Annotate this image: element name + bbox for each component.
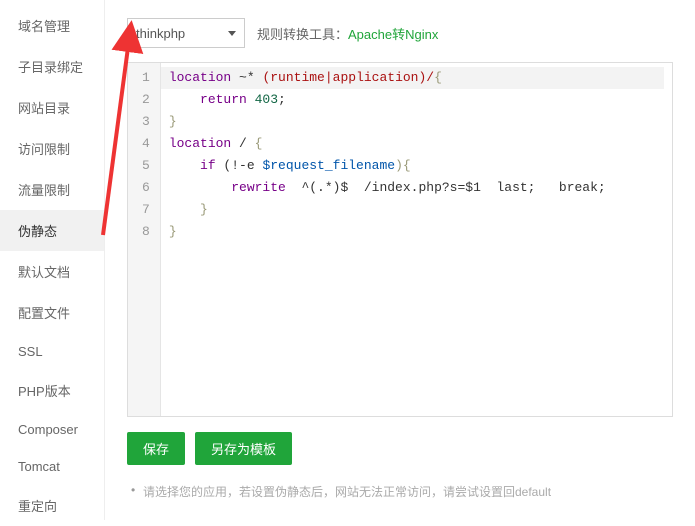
sidebar-item-accesslimit[interactable]: 访问限制 bbox=[0, 128, 104, 169]
tool-label: 规则转换工具：Apache转Nginx bbox=[257, 24, 438, 43]
save-button[interactable]: 保存 bbox=[127, 432, 185, 465]
sidebar-item-config[interactable]: 配置文件 bbox=[0, 292, 104, 333]
template-select[interactable]: thinkphp bbox=[127, 18, 245, 48]
sidebar-item-ssl[interactable]: SSL bbox=[0, 333, 104, 370]
sidebar-item-trafficlimit[interactable]: 流量限制 bbox=[0, 169, 104, 210]
sidebar: 域名管理 子目录绑定 网站目录 访问限制 流量限制 伪静态 默认文档 配置文件 … bbox=[0, 0, 105, 520]
code-content[interactable]: location ~* (runtime|application)/{ retu… bbox=[161, 63, 672, 416]
main-panel: thinkphp 规则转换工具：Apache转Nginx 12345678 lo… bbox=[105, 0, 695, 520]
sidebar-item-subdir[interactable]: 子目录绑定 bbox=[0, 46, 104, 87]
button-row: 保存 另存为模板 bbox=[127, 432, 673, 465]
toolbar: thinkphp 规则转换工具：Apache转Nginx bbox=[127, 18, 673, 48]
save-as-template-button[interactable]: 另存为模板 bbox=[195, 432, 292, 465]
sidebar-item-phpversion[interactable]: PHP版本 bbox=[0, 370, 104, 411]
line-gutter: 12345678 bbox=[128, 63, 161, 416]
hint-list: 请选择您的应用，若设置伪静态后，网站无法正常访问，请尝试设置回default bbox=[127, 483, 673, 500]
sidebar-item-defaultdoc[interactable]: 默认文档 bbox=[0, 251, 104, 292]
chevron-down-icon bbox=[228, 31, 236, 36]
sidebar-item-tomcat[interactable]: Tomcat bbox=[0, 448, 104, 485]
sidebar-item-composer[interactable]: Composer bbox=[0, 411, 104, 448]
template-select-value: thinkphp bbox=[136, 26, 185, 41]
code-editor[interactable]: 12345678 location ~* (runtime|applicatio… bbox=[127, 62, 673, 417]
sidebar-item-domain[interactable]: 域名管理 bbox=[0, 5, 104, 46]
apache-to-nginx-link[interactable]: Apache转Nginx bbox=[348, 27, 438, 42]
hint-item: 请选择您的应用，若设置伪静态后，网站无法正常访问，请尝试设置回default bbox=[131, 483, 673, 500]
sidebar-item-rewrite[interactable]: 伪静态 bbox=[0, 210, 104, 251]
sidebar-item-sitedir[interactable]: 网站目录 bbox=[0, 87, 104, 128]
